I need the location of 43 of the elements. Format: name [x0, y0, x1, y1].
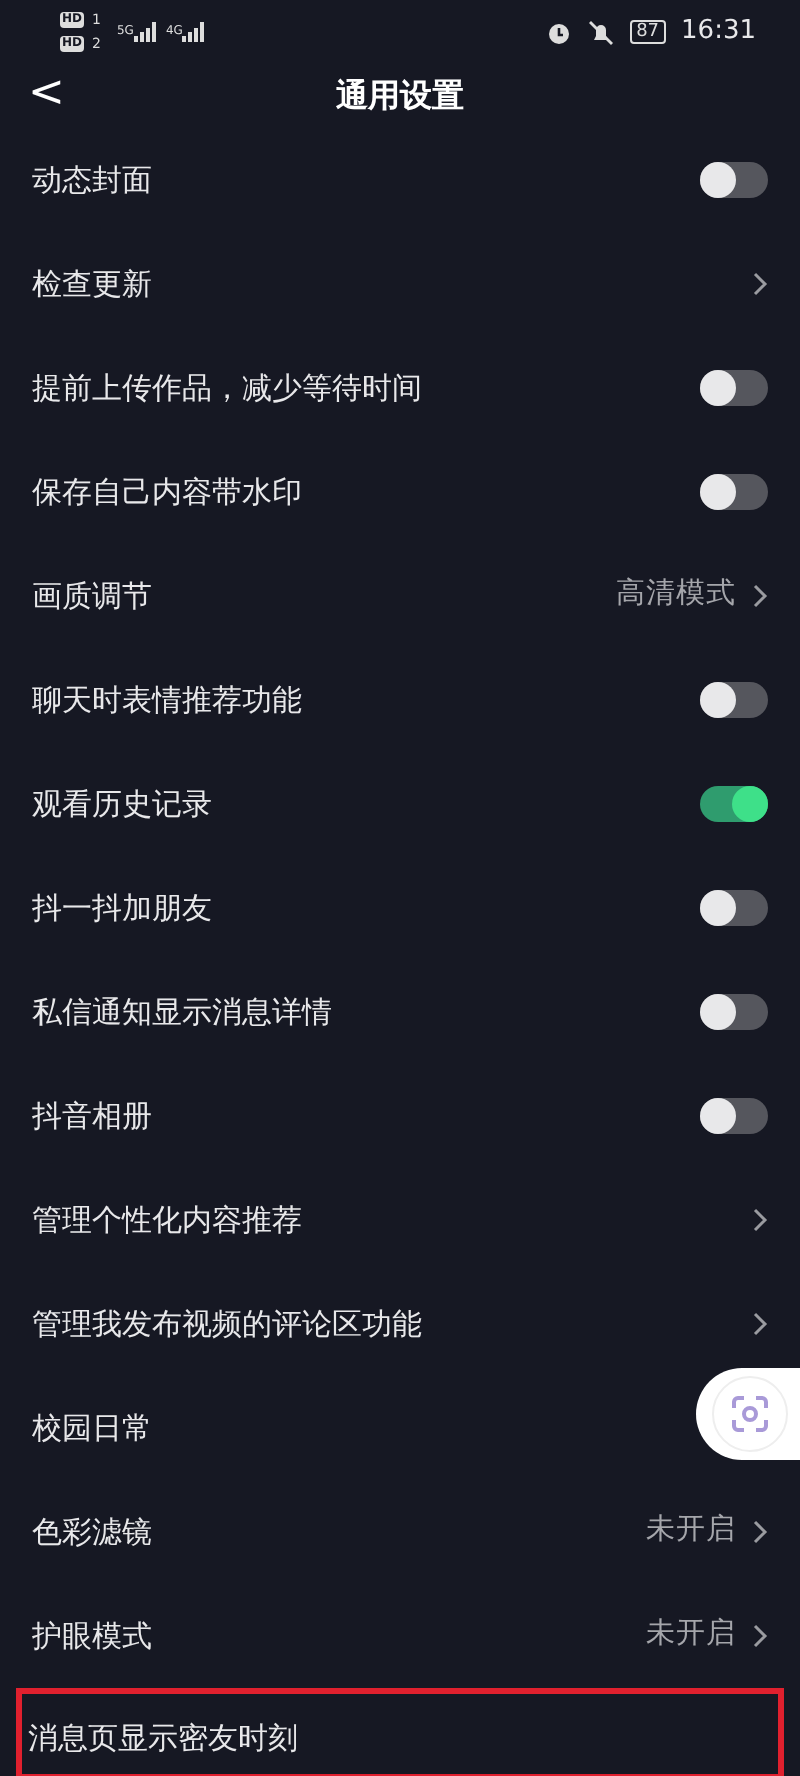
toggle-switch[interactable] — [700, 890, 768, 926]
setting-value: 未开启 — [646, 1511, 736, 1551]
setting-label: 画质调节 — [32, 575, 152, 618]
setting-label: 提前上传作品，减少等待时间 — [32, 367, 422, 410]
toggle-switch[interactable] — [700, 682, 768, 718]
scan-button[interactable] — [696, 1368, 800, 1460]
setting-label: 护眼模式 — [32, 1615, 152, 1658]
setting-label: 消息页显示密友时刻 — [28, 1717, 298, 1759]
back-button[interactable]: < — [28, 64, 65, 124]
setting-label: 保存自己内容带水印 — [32, 471, 302, 514]
setting-label: 观看历史记录 — [32, 783, 212, 826]
alarm-icon — [546, 19, 573, 45]
signal-icon — [133, 22, 158, 42]
signal-icon — [182, 22, 207, 42]
chevron-icon — [752, 1520, 768, 1544]
setting-label: 私信通知显示消息详情 — [32, 991, 332, 1034]
muted-bell-icon — [588, 19, 615, 45]
toggle-switch[interactable] — [700, 474, 768, 510]
toggle-switch[interactable] — [700, 786, 768, 822]
toggle-switch[interactable] — [700, 162, 768, 198]
setting-label: 抖一抖加朋友 — [32, 887, 212, 930]
page-title: 通用设置 — [336, 74, 464, 118]
setting-label: 校园日常 — [32, 1407, 152, 1450]
chevron-icon — [752, 1312, 768, 1336]
chevron-icon — [752, 1624, 768, 1648]
setting-label: 检查更新 — [32, 263, 152, 306]
setting-value: 未开启 — [646, 1615, 736, 1655]
setting-label: 色彩滤镜 — [32, 1511, 152, 1554]
chevron-icon — [752, 1208, 768, 1232]
clock: 16:31 — [681, 14, 756, 51]
setting-value: 高清模式 — [616, 575, 736, 615]
chevron-icon — [752, 584, 768, 608]
setting-label: 聊天时表情推荐功能 — [32, 679, 302, 722]
toggle-switch[interactable] — [700, 994, 768, 1030]
chevron-icon — [752, 272, 768, 296]
setting-label: 管理个性化内容推荐 — [32, 1199, 302, 1242]
toggle-switch[interactable] — [700, 1098, 768, 1134]
toggle-switch[interactable] — [700, 370, 768, 406]
setting-label: 管理我发布视频的评论区功能 — [32, 1303, 422, 1346]
setting-label: 抖音相册 — [32, 1095, 152, 1138]
battery-level: 87 — [630, 20, 666, 44]
setting-label: 动态封面 — [32, 159, 152, 202]
scan-icon — [730, 1394, 770, 1434]
